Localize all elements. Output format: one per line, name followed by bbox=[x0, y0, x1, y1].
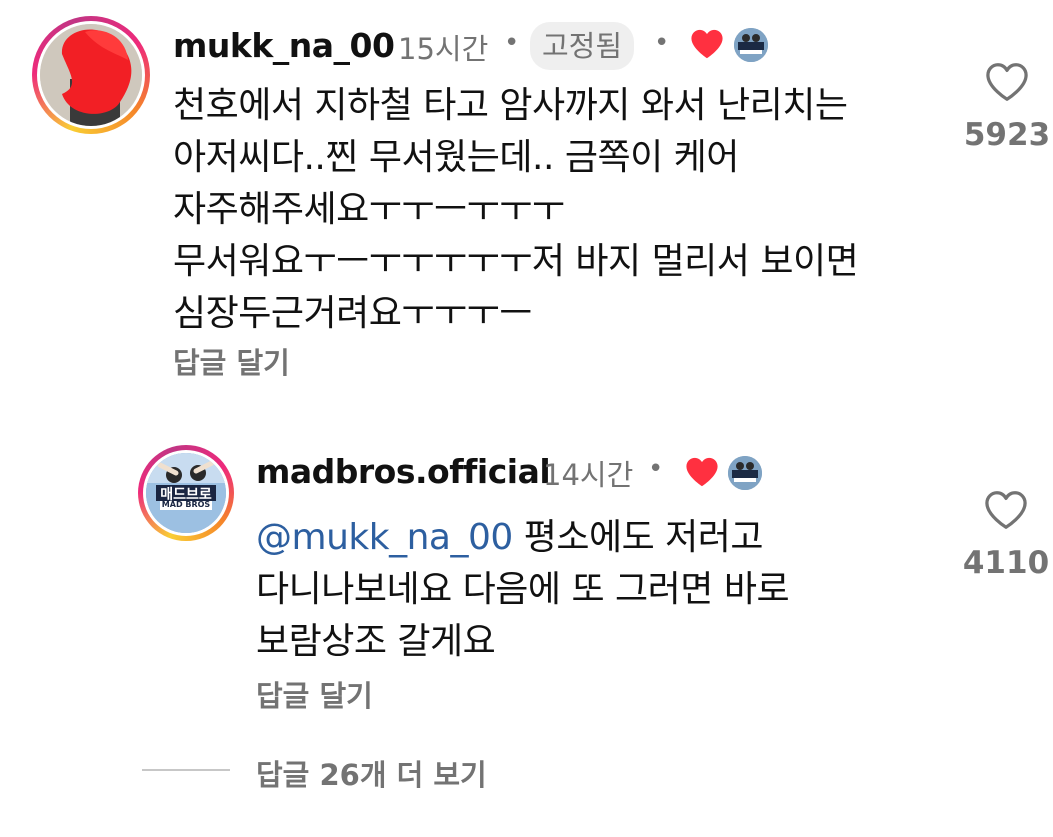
comment: mukk_na_00 15시간 • 고정됨 • 천호에서 지하철 타고 암사까지… bbox=[0, 0, 1053, 400]
like-heart-icon[interactable] bbox=[984, 490, 1028, 530]
creator-avatar-badge bbox=[728, 456, 762, 490]
creator-liked-heart-icon bbox=[691, 29, 723, 59]
comment-timestamp: 15시간 bbox=[398, 32, 489, 66]
avatar-image bbox=[40, 24, 142, 126]
separator-dot: • bbox=[504, 28, 520, 58]
comment-line: 천호에서 지하철 타고 암사까지 와서 난리치는 bbox=[173, 85, 848, 126]
divider-line bbox=[142, 769, 230, 771]
avatar-brand-subtext: MAD BROS bbox=[161, 500, 211, 509]
like-heart-icon[interactable] bbox=[985, 62, 1029, 102]
comment-line: @mukk_na_00 평소에도 저러고 bbox=[256, 512, 789, 564]
comment-username[interactable]: mukk_na_00 bbox=[173, 26, 395, 65]
creator-avatar-badge bbox=[734, 28, 768, 62]
separator-dot: • bbox=[654, 28, 670, 58]
comment-line: 무서워요ㅜㅡㅜㅜㅜㅜㅜ저 바지 멀리서 보이면 bbox=[173, 241, 859, 282]
avatar[interactable] bbox=[32, 16, 150, 134]
comment-line: 다니나보네요 다음에 또 그러면 바로 bbox=[256, 569, 790, 610]
separator-dot: • bbox=[648, 454, 664, 484]
comment-line: 심장두근거려요ㅜㅜㅜㅡ bbox=[173, 293, 532, 334]
comment-username[interactable]: madbros.official bbox=[256, 452, 551, 491]
pinned-badge: 고정됨 bbox=[530, 22, 635, 70]
mention-link[interactable]: @mukk_na_00 bbox=[256, 517, 513, 558]
comment-text: @mukk_na_00 평소에도 저러고 다니나보네요 다음에 또 그러면 바로… bbox=[256, 512, 790, 668]
view-more-replies-label[interactable]: 답글 26개 더 보기 bbox=[256, 752, 487, 794]
view-more-replies[interactable]: 답글 26개 더 보기 bbox=[140, 748, 560, 796]
comment-text: 천호에서 지하철 타고 암사까지 와서 난리치는 아저씨다..찐 무서웠는데..… bbox=[173, 80, 859, 340]
creator-liked-heart-icon bbox=[686, 457, 718, 487]
comment-line: 보람상조 갈게요 bbox=[256, 621, 496, 662]
reply-button[interactable]: 답글 달기 bbox=[173, 340, 290, 382]
comment-line-text: 평소에도 저러고 bbox=[512, 517, 764, 558]
comment-timestamp: 14시간 bbox=[543, 458, 634, 492]
reply-comment: 매드브로 MAD BROS madbros.official 14시간 • @m… bbox=[0, 420, 1053, 740]
like-count: 4110 bbox=[962, 545, 1050, 581]
like-count: 5923 bbox=[963, 117, 1051, 153]
comment-line: 자주해주세요ㅜㅜㅡㅜㅜㅜ bbox=[173, 189, 565, 230]
avatar[interactable]: 매드브로 MAD BROS bbox=[138, 445, 234, 541]
reply-button[interactable]: 답글 달기 bbox=[256, 673, 373, 715]
comment-line: 아저씨다..찐 무서웠는데.. 금쪽이 케어 bbox=[173, 137, 739, 178]
